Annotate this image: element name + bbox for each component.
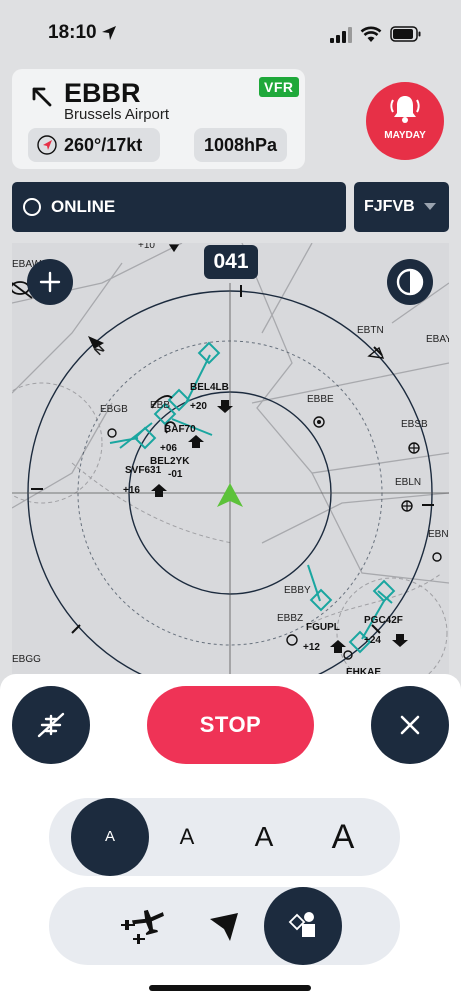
airport-name: Brussels Airport <box>64 106 170 123</box>
traffic-callsign[interactable]: FGUPL <box>306 622 340 633</box>
battery-icon <box>390 26 421 42</box>
traffic-callsign[interactable]: SVF631 <box>125 465 161 476</box>
wind-indicator: 260°/17kt <box>28 128 160 162</box>
aircraft-off-icon <box>37 712 65 738</box>
shapes-icon <box>288 912 315 937</box>
flight-rules-badge: VFR <box>259 77 299 97</box>
wind-direction-icon <box>37 135 57 155</box>
aircraft-group-icon[interactable] <box>121 904 173 948</box>
zoom-in-button[interactable] <box>27 259 73 305</box>
home-indicator[interactable] <box>149 985 311 991</box>
navigation-arrow-icon[interactable] <box>206 909 242 945</box>
close-button[interactable] <box>371 686 449 764</box>
cellular-signal-icon <box>330 27 352 43</box>
map-airport-ebb: EBB <box>150 400 171 411</box>
traffic-altitude: +24 <box>364 635 381 646</box>
map-airport-ebbe: EBBE <box>307 394 334 405</box>
status-bar: 18:10 <box>0 0 461 62</box>
status-time: 18:10 <box>48 22 97 43</box>
qnh-indicator: 1008hPa <box>194 128 287 162</box>
direction-arrow-nw-icon <box>32 87 52 107</box>
location-arrow-icon <box>102 26 116 40</box>
map-airport-ebgb: EBGB <box>100 404 128 415</box>
text-size-large[interactable]: A <box>239 798 289 876</box>
qnh-value: 1008hPa <box>203 135 278 155</box>
traffic-callsign[interactable]: BEL4LB <box>190 382 229 393</box>
caret-down-icon <box>424 203 436 210</box>
map-altitude-top: +10 <box>138 243 155 251</box>
heading-readout: 041 <box>204 245 258 279</box>
contrast-toggle-button[interactable] <box>387 259 433 305</box>
online-status-button[interactable]: ONLINE <box>12 182 346 232</box>
mayday-label: MAYDAY <box>384 130 426 141</box>
wind-value: 260°/17kt <box>64 135 143 155</box>
traffic-callsign[interactable]: BAF70 <box>164 424 196 435</box>
traffic-altitude: +16 <box>123 485 140 496</box>
map-airport-ebtn: EBTN <box>357 325 384 336</box>
display-mode-selector <box>49 887 400 965</box>
traffic-altitude: +06 <box>160 443 177 454</box>
online-status-label: ONLINE <box>51 197 116 216</box>
traffic-altitude: -01 <box>168 469 183 480</box>
traffic-callsign[interactable]: PGC42F <box>364 615 403 626</box>
map-airport-ebsb: EBSB <box>401 419 428 430</box>
mayday-button[interactable]: MAYDAY <box>366 82 444 160</box>
close-icon <box>400 715 420 735</box>
airport-card[interactable]: EBBR Brussels Airport VFR 260°/17kt 1008… <box>12 69 305 169</box>
airport-icao: EBBR <box>64 78 141 108</box>
traffic-altitude: +12 <box>303 642 320 653</box>
map-airport-ebgg: EBGG <box>12 654 41 665</box>
callsign-value: FJFVB <box>364 198 415 215</box>
text-size-medium[interactable]: A <box>165 798 209 876</box>
control-panel: STOP A A A A <box>0 674 461 1000</box>
text-size-xlarge[interactable]: A <box>315 798 371 876</box>
stop-button[interactable]: STOP <box>147 686 314 764</box>
wifi-icon <box>360 26 382 42</box>
map-airport-ebn: EBN <box>428 529 449 540</box>
traffic-altitude: +20 <box>190 401 207 412</box>
status-circle-icon <box>23 198 41 216</box>
callsign-select[interactable]: FJFVB <box>354 182 449 232</box>
contrast-icon <box>396 268 424 296</box>
plus-icon <box>39 271 61 293</box>
text-size-selector: A A A A <box>49 798 400 876</box>
map-airport-ebln: EBLN <box>395 477 422 488</box>
traffic-map[interactable]: 041 EBAW +10 EBTN EBAY EBGB EBB EBBE EBS… <box>12 243 449 683</box>
text-size-small[interactable]: A <box>71 798 149 876</box>
map-airport-ebbz: EBBZ <box>277 613 304 624</box>
bell-icon <box>390 96 420 123</box>
map-airport-ebay: EBAY <box>426 334 449 345</box>
aircraft-filter-button[interactable] <box>12 686 90 764</box>
map-airport-ebby: EBBY <box>284 585 311 596</box>
display-mode-shapes[interactable] <box>264 887 342 965</box>
